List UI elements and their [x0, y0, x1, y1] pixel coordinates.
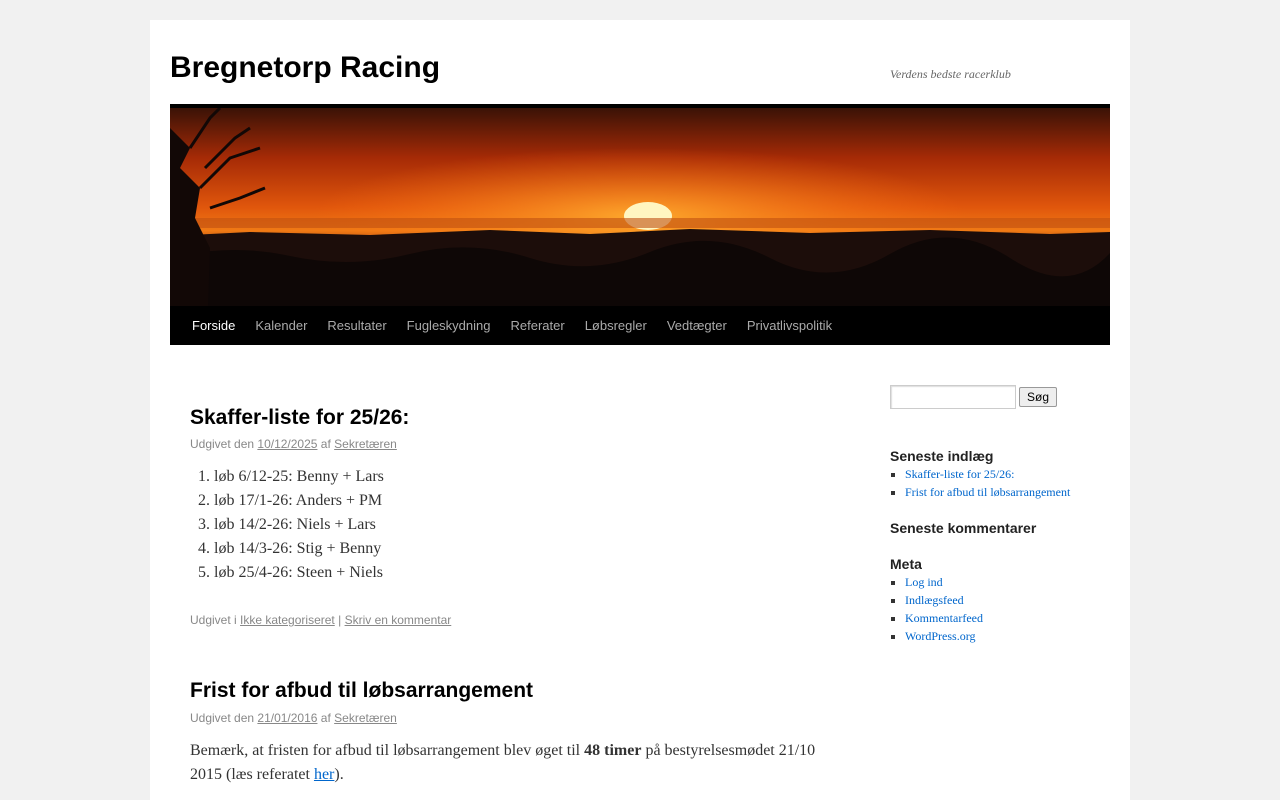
post-title[interactable]: Frist for afbud til løbsarrangement: [190, 678, 830, 704]
post-content: løb 6/12-25: Benny + Lars løb 17/1-26: A…: [190, 465, 830, 585]
nav-item-privatlivspolitik[interactable]: Privatlivspolitik: [737, 318, 842, 333]
paragraph-bold: 48 timer: [584, 742, 642, 759]
post-title[interactable]: Skaffer-liste for 25/26:: [190, 405, 830, 431]
nav-item-fugleskydning[interactable]: Fugleskydning: [397, 318, 501, 333]
recent-comments-widget: Seneste kommentarer: [890, 519, 1110, 537]
search-input[interactable]: [890, 385, 1016, 409]
list-item: Log ind: [905, 573, 1110, 591]
main-navigation: Forside Kalender Resultater Fugleskydnin…: [170, 306, 1110, 345]
paragraph-text: ).: [334, 766, 344, 783]
meta-link-login[interactable]: Log ind: [905, 575, 943, 589]
recent-post-link[interactable]: Skaffer-liste for 25/26:: [905, 467, 1015, 481]
category-link[interactable]: Ikke kategoriseret: [240, 613, 335, 627]
list-item: Indlægsfeed: [905, 591, 1110, 609]
recent-posts-widget: Seneste indlæg Skaffer-liste for 25/26: …: [890, 447, 1110, 501]
post-paragraph: Bemærk, at fristen for afbud til løbsarr…: [190, 739, 830, 787]
nav-item-resultater[interactable]: Resultater: [317, 318, 396, 333]
post-author-link[interactable]: Sekretæren: [334, 437, 397, 451]
search-button[interactable]: Søg: [1019, 387, 1057, 407]
post-date-link[interactable]: 10/12/2025: [257, 437, 317, 451]
post-meta: Udgivet den 21/01/2016 af Sekretæren: [190, 709, 830, 727]
nav-item-kalender[interactable]: Kalender: [245, 318, 317, 333]
nav-item-vedtaegter[interactable]: Vedtægter: [657, 318, 737, 333]
post: Frist for afbud til løbsarrangement Udgi…: [190, 678, 830, 799]
widget-title: Seneste kommentarer: [890, 520, 1037, 536]
sunset-header-image: [170, 104, 1110, 306]
meta-link-posts-feed[interactable]: Indlægsfeed: [905, 593, 964, 607]
list-item: WordPress.org: [905, 627, 1110, 645]
post-meta: Udgivet den 10/12/2025 af Sekretæren: [190, 435, 830, 453]
comment-link[interactable]: Skriv en kommentar: [345, 613, 452, 627]
list-item: løb 17/1-26: Anders + PM: [214, 489, 830, 513]
post: Skaffer-liste for 25/26: Udgivet den 10/…: [190, 405, 830, 627]
widget-title: Meta: [890, 556, 922, 572]
sidebar: Søg Seneste indlæg Skaffer-liste for 25/…: [890, 385, 1110, 643]
list-item: Kommentarfeed: [905, 609, 1110, 627]
list-item: løb 14/3-26: Stig + Benny: [214, 537, 830, 561]
referat-link[interactable]: her: [314, 766, 334, 783]
recent-post-link[interactable]: Frist for afbud til løbsarrangement: [905, 485, 1070, 499]
post-content: Bemærk, at fristen for afbud til løbsarr…: [190, 739, 830, 787]
nav-item-referater[interactable]: Referater: [500, 318, 574, 333]
meta-prefix: Udgivet den: [190, 711, 255, 725]
paragraph-text: Bemærk, at fristen for afbud til løbsarr…: [190, 742, 585, 759]
meta-by: af: [320, 711, 331, 725]
page-wrapper: Bregnetorp Racing Verdens bedste racerkl…: [150, 20, 1130, 800]
widget-title: Seneste indlæg: [890, 448, 994, 464]
list-item: løb 25/4-26: Steen + Niels: [214, 561, 830, 585]
list-item: løb 6/12-25: Benny + Lars: [214, 465, 830, 489]
meta-by: af: [320, 437, 331, 451]
meta-prefix: Udgivet den: [190, 437, 255, 451]
nav-item-lobsregler[interactable]: Løbsregler: [575, 318, 657, 333]
search-form: Søg: [890, 385, 1110, 409]
site-title[interactable]: Bregnetorp Racing: [170, 50, 440, 86]
list-item: Frist for afbud til løbsarrangement: [905, 483, 1110, 501]
post-date-link[interactable]: 21/01/2016: [257, 711, 317, 725]
meta-link-wordpress[interactable]: WordPress.org: [905, 629, 975, 643]
meta-widget: Meta Log ind Indlægsfeed Kommentarfeed W…: [890, 555, 1110, 645]
utility-prefix: Udgivet i: [190, 613, 237, 627]
nav-item-forside[interactable]: Forside: [182, 318, 245, 333]
list-item: Skaffer-liste for 25/26:: [905, 465, 1110, 483]
post-author-link[interactable]: Sekretæren: [334, 711, 397, 725]
skaffer-list: løb 6/12-25: Benny + Lars løb 17/1-26: A…: [190, 465, 830, 585]
utility-separator: |: [338, 613, 342, 627]
post-utility: Udgivet i Ikke kategoriseret | Skriv en …: [190, 611, 830, 629]
list-item: løb 14/2-26: Niels + Lars: [214, 513, 830, 537]
meta-link-comments-feed[interactable]: Kommentarfeed: [905, 611, 983, 625]
site-description: Verdens bedste racerklub: [890, 67, 1011, 81]
